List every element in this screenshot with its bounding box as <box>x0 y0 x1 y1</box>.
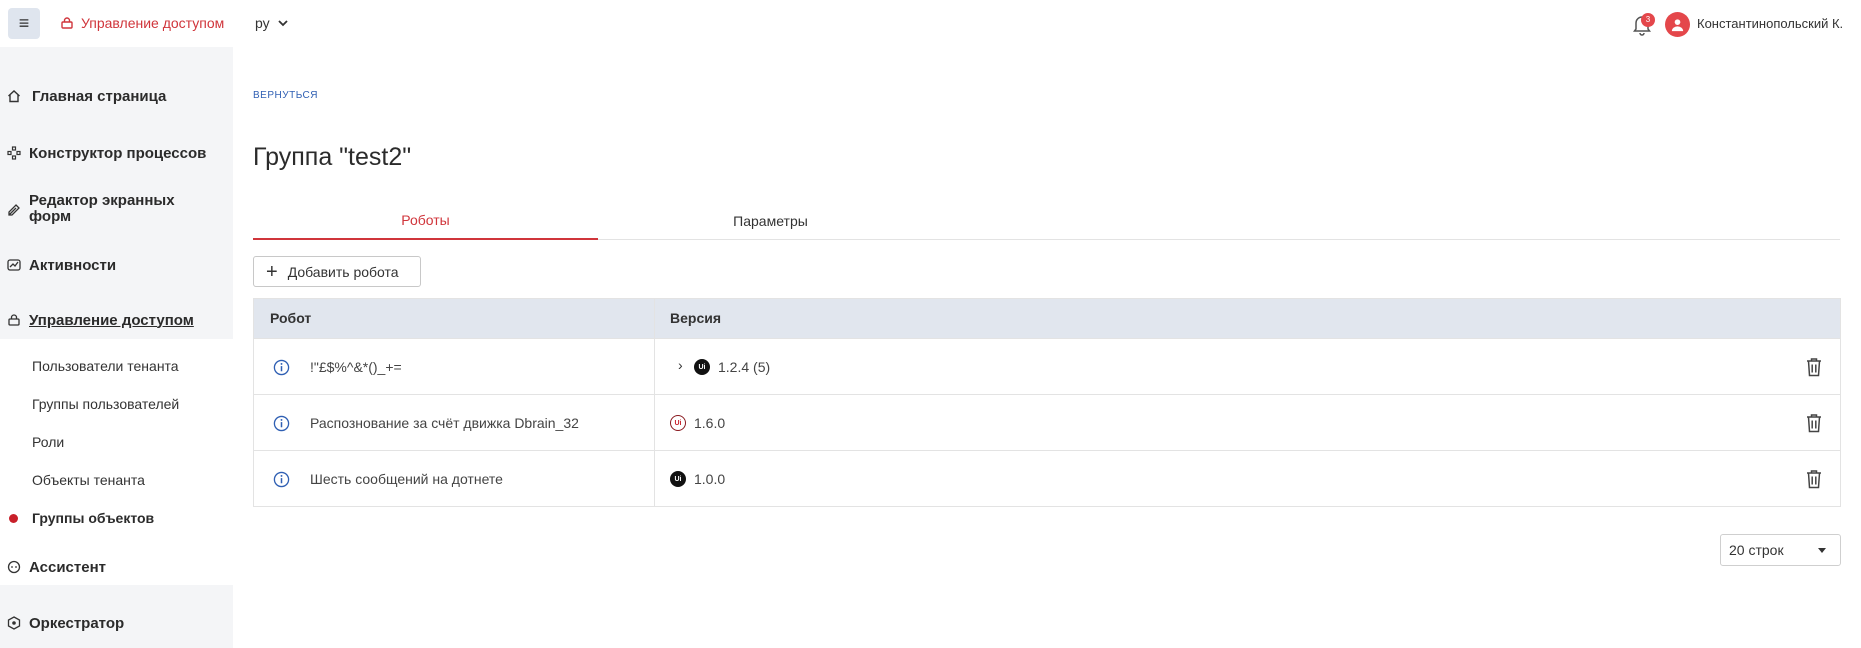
page-title: Группа "test2" <box>253 143 412 171</box>
process-icon <box>6 145 22 161</box>
table-row[interactable]: !"£$%^&*()_+= › Ui 1.2.4 (5) <box>254 338 1840 394</box>
sidebar: Главная страница Конструктор процессов Р… <box>0 47 233 648</box>
tabs: Роботы Параметры <box>253 201 1840 240</box>
assistant-icon <box>6 559 22 575</box>
sidebar-item-assistant[interactable]: Ассистент <box>0 558 233 576</box>
form-editor-icon <box>6 202 22 218</box>
chevron-down-icon <box>278 19 288 26</box>
language-label: ру <box>255 15 270 31</box>
sidebar-item-label: Ассистент <box>29 558 106 576</box>
menu-icon: ≡ <box>18 13 30 33</box>
rows-per-page-select[interactable]: 20 строк <box>1720 534 1841 566</box>
sidebar-item-label: Конструктор процессов <box>29 144 207 162</box>
plus-icon: + <box>266 260 278 283</box>
sidebar-item-form-editor[interactable]: Редактор экранных форм <box>0 193 233 227</box>
section-link[interactable]: Управление доступом <box>60 15 224 31</box>
sidebar-item-process-constructor[interactable]: Конструктор процессов <box>0 144 233 162</box>
submenu-item-user-groups[interactable]: Группы пользователей <box>32 396 179 412</box>
info-icon[interactable] <box>273 471 290 488</box>
column-header-robot[interactable]: Робот <box>270 310 311 326</box>
access-icon <box>6 312 22 328</box>
orchestrator-icon <box>6 615 22 631</box>
info-icon[interactable] <box>273 415 290 432</box>
robot-version-icon: Ui <box>670 471 686 487</box>
access-submenu: Пользователи тенанта Группы пользователе… <box>0 339 233 585</box>
home-icon <box>6 88 22 104</box>
info-icon[interactable] <box>273 359 290 376</box>
robot-version: 1.2.4 (5) <box>718 359 771 375</box>
submenu-item-roles[interactable]: Роли <box>32 434 64 450</box>
robot-version-icon: Ui <box>670 415 686 431</box>
top-bar: ≡ Управление доступом ру 3 Константинопо… <box>0 0 1861 47</box>
language-selector[interactable]: ру <box>255 15 288 31</box>
chevron-down-icon <box>1818 548 1826 553</box>
trash-icon[interactable] <box>1805 469 1823 489</box>
sidebar-item-label: Управление доступом <box>29 311 194 329</box>
trash-icon[interactable] <box>1805 413 1823 433</box>
table-header: Робот Версия <box>254 299 1840 338</box>
robots-table: Робот Версия !"£$%^&*()_+= › Ui 1.2.4 (5… <box>253 298 1841 507</box>
robot-version: 1.0.0 <box>694 471 726 487</box>
rows-per-page-value: 20 строк <box>1729 542 1784 558</box>
table-row[interactable]: Шесть сообщений на дотнете Ui 1.0.0 <box>254 450 1840 506</box>
column-header-version[interactable]: Версия <box>670 310 721 326</box>
tab-parameters[interactable]: Параметры <box>598 201 943 240</box>
section-label: Управление доступом <box>81 15 225 31</box>
user-icon <box>1671 19 1684 32</box>
sidebar-item-label: Редактор экранных форм <box>29 192 175 225</box>
sidebar-item-label: Активности <box>29 256 117 274</box>
submenu-item-tenant-users[interactable]: Пользователи тенанта <box>32 358 179 374</box>
sidebar-item-label: Главная страница <box>32 87 167 105</box>
notification-badge: 3 <box>1641 13 1655 27</box>
chevron-right-icon[interactable]: › <box>678 357 683 373</box>
sidebar-item-label: Оркестратор <box>29 614 125 632</box>
sidebar-item-access-control[interactable]: Управление доступом <box>0 311 233 329</box>
activity-icon <box>6 257 22 273</box>
robot-version-icon: Ui <box>694 359 710 375</box>
user-name[interactable]: Константинопольский К. <box>1697 16 1843 31</box>
back-link[interactable]: ВЕРНУТЬСЯ <box>253 90 318 101</box>
trash-icon[interactable] <box>1805 357 1823 377</box>
table-row[interactable]: Распознование за счёт движка Dbrain_32 U… <box>254 394 1840 450</box>
add-robot-label: Добавить робота <box>287 263 399 280</box>
add-robot-button[interactable]: + Добавить робота <box>253 256 421 287</box>
robot-name: Распознование за счёт движка Dbrain_32 <box>310 415 579 431</box>
avatar[interactable] <box>1665 12 1690 37</box>
active-indicator-dot <box>9 514 18 523</box>
robot-name: !"£$%^&*()_+= <box>310 359 402 375</box>
menu-button[interactable]: ≡ <box>8 8 40 39</box>
access-icon <box>61 17 73 29</box>
sidebar-item-home[interactable]: Главная страница <box>0 87 233 105</box>
submenu-item-object-groups[interactable]: Группы объектов <box>32 510 154 526</box>
sidebar-item-orchestrator[interactable]: Оркестратор <box>0 614 233 632</box>
submenu-item-tenant-objects[interactable]: Объекты тенанта <box>32 472 145 488</box>
robot-name: Шесть сообщений на дотнете <box>310 471 503 487</box>
robot-version: 1.6.0 <box>694 415 726 431</box>
sidebar-item-activities[interactable]: Активности <box>0 256 233 274</box>
tab-robots[interactable]: Роботы <box>253 201 598 240</box>
